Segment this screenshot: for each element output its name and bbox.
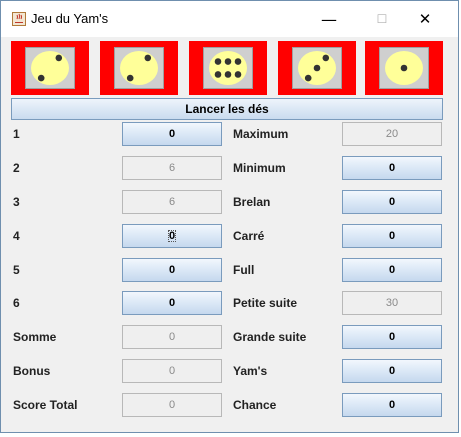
die-pips-3 <box>298 51 336 85</box>
die-button-5[interactable] <box>365 41 443 95</box>
right-score-label-5: Petite suite <box>233 296 298 310</box>
left-score-label-0: 1 <box>13 127 20 141</box>
die-button-3[interactable] <box>189 41 267 95</box>
roll-dice-button[interactable]: Lancer les dés <box>11 98 443 120</box>
right-score-button-1[interactable]: 0 <box>342 156 442 180</box>
die-pips-2 <box>31 51 69 85</box>
left-score-label-8: Score Total <box>13 398 78 412</box>
left-score-label-7: Bonus <box>13 364 51 378</box>
java-app-icon <box>12 12 26 26</box>
die-button-1[interactable] <box>11 41 89 95</box>
score-value: 0 <box>168 399 176 411</box>
left-score-field-1: 6 <box>122 156 222 180</box>
window-title: Jeu du Yam's <box>31 11 109 26</box>
maximize-button: ☐ <box>376 12 388 26</box>
score-value: 0 <box>168 128 176 140</box>
left-score-label-5: 6 <box>13 296 20 310</box>
score-value: 0 <box>388 331 396 343</box>
score-value: 0 <box>168 297 176 309</box>
right-score-button-6[interactable]: 0 <box>342 325 442 349</box>
left-score-button-5[interactable]: 0 <box>122 291 222 315</box>
left-score-field-6: 0 <box>122 325 222 349</box>
dice-row <box>11 41 443 95</box>
score-value: 0 <box>388 399 396 411</box>
right-score-label-4: Full <box>233 263 255 277</box>
right-score-field-0: 20 <box>342 122 442 146</box>
app-window: Jeu du Yam's — ☐ ✕ Lancer les dés 1 0 2 6 3 6… <box>0 0 459 433</box>
die-button-2[interactable] <box>100 41 178 95</box>
score-value: 0 <box>168 365 176 377</box>
left-score-field-8: 0 <box>122 393 222 417</box>
right-score-button-2[interactable]: 0 <box>342 190 442 214</box>
left-score-label-4: 5 <box>13 263 20 277</box>
right-score-label-3: Carré <box>233 229 265 243</box>
die-face <box>203 47 253 89</box>
die-face <box>379 47 429 89</box>
die-pips-1 <box>385 51 423 85</box>
score-value: 0 <box>168 331 176 343</box>
score-value: 0 <box>168 264 176 276</box>
score-value: 6 <box>168 196 176 208</box>
die-face <box>114 47 164 89</box>
right-score-button-4[interactable]: 0 <box>342 258 442 282</box>
score-value: 0 <box>388 230 396 242</box>
left-score-field-2: 6 <box>122 190 222 214</box>
die-pips-2 <box>120 51 158 85</box>
score-value: 0 <box>388 264 396 276</box>
left-score-label-6: Somme <box>13 330 57 344</box>
right-score-button-8[interactable]: 0 <box>342 393 442 417</box>
left-score-button-3[interactable]: 0 <box>122 224 222 248</box>
right-score-label-0: Maximum <box>233 127 289 141</box>
left-score-label-2: 3 <box>13 195 20 209</box>
score-value: 0 <box>388 365 396 377</box>
score-value: 20 <box>385 128 399 140</box>
left-score-button-4[interactable]: 0 <box>122 258 222 282</box>
left-score-button-0[interactable]: 0 <box>122 122 222 146</box>
score-value: 6 <box>168 162 176 174</box>
right-score-label-1: Minimum <box>233 161 286 175</box>
right-score-field-5: 30 <box>342 291 442 315</box>
die-face <box>25 47 75 89</box>
right-score-label-7: Yam's <box>233 364 268 378</box>
minimize-button[interactable]: — <box>306 1 352 37</box>
score-value: 30 <box>385 297 399 309</box>
die-button-4[interactable] <box>278 41 356 95</box>
right-score-label-2: Brelan <box>233 195 271 209</box>
score-value: 0 <box>388 162 396 174</box>
right-score-button-7[interactable]: 0 <box>342 359 442 383</box>
title-bar[interactable]: Jeu du Yam's — ☐ ✕ <box>1 1 458 37</box>
right-score-label-8: Chance <box>233 398 277 412</box>
die-pips-6 <box>209 51 247 85</box>
left-score-label-3: 4 <box>13 229 20 243</box>
die-face <box>292 47 342 89</box>
right-score-label-6: Grande suite <box>233 330 307 344</box>
right-score-button-3[interactable]: 0 <box>342 224 442 248</box>
left-score-label-1: 2 <box>13 161 20 175</box>
close-button[interactable]: ✕ <box>402 1 448 37</box>
left-score-field-7: 0 <box>122 359 222 383</box>
score-value: 0 <box>388 196 396 208</box>
score-value: 0 <box>167 230 177 242</box>
